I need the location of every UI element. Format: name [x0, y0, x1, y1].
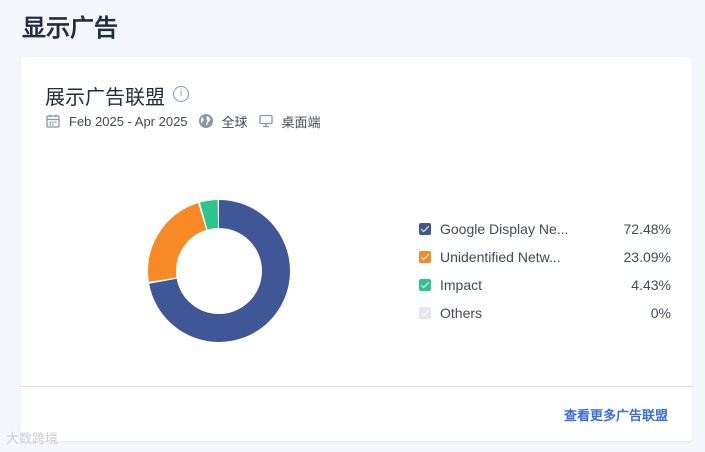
legend-item[interactable]: Impact 4.43% — [419, 271, 671, 299]
watermark: 大数跨境 — [6, 432, 59, 447]
legend-label: Others — [440, 305, 483, 321]
legend-checkbox[interactable] — [419, 279, 431, 291]
page-title: 显示广告 — [22, 14, 118, 42]
card-title: 展示广告联盟 — [45, 85, 165, 109]
donut-chart — [148, 200, 290, 342]
legend-item[interactable]: Unidentified Netw... 23.09% — [419, 243, 671, 271]
legend-checkbox[interactable] — [419, 223, 431, 235]
region: 全球 — [221, 114, 248, 130]
device: 桌面端 — [281, 114, 321, 130]
info-icon[interactable]: i — [173, 86, 189, 102]
ad-network-card: 展示广告联盟 i Feb 2025 - Apr 2025 全球 桌面端 Goog… — [21, 57, 692, 441]
card-meta: Feb 2025 - Apr 2025 全球 桌面端 — [45, 113, 331, 130]
globe-icon — [198, 113, 214, 129]
legend-value: 23.09% — [623, 249, 671, 265]
legend-label: Google Display Ne... — [440, 221, 568, 237]
legend-value: 0% — [650, 305, 671, 321]
legend-value: 72.48% — [623, 221, 671, 237]
desktop-icon — [258, 113, 274, 129]
legend-checkbox[interactable] — [419, 251, 431, 263]
chart-legend: Google Display Ne... 72.48% Unidentified N… — [419, 215, 671, 327]
calendar-icon — [45, 113, 61, 129]
legend-item[interactable]: Others 0% — [419, 299, 671, 327]
legend-checkbox[interactable] — [419, 307, 431, 319]
legend-label: Impact — [440, 277, 483, 293]
legend-item[interactable]: Google Display Ne... 72.48% — [419, 215, 671, 243]
legend-label: Unidentified Netw... — [440, 249, 561, 265]
legend-value: 4.43% — [631, 277, 671, 293]
view-more-networks-link[interactable]: 查看更多广告联盟 — [564, 405, 668, 424]
divider — [21, 386, 692, 387]
date-range: Feb 2025 - Apr 2025 — [69, 113, 188, 129]
